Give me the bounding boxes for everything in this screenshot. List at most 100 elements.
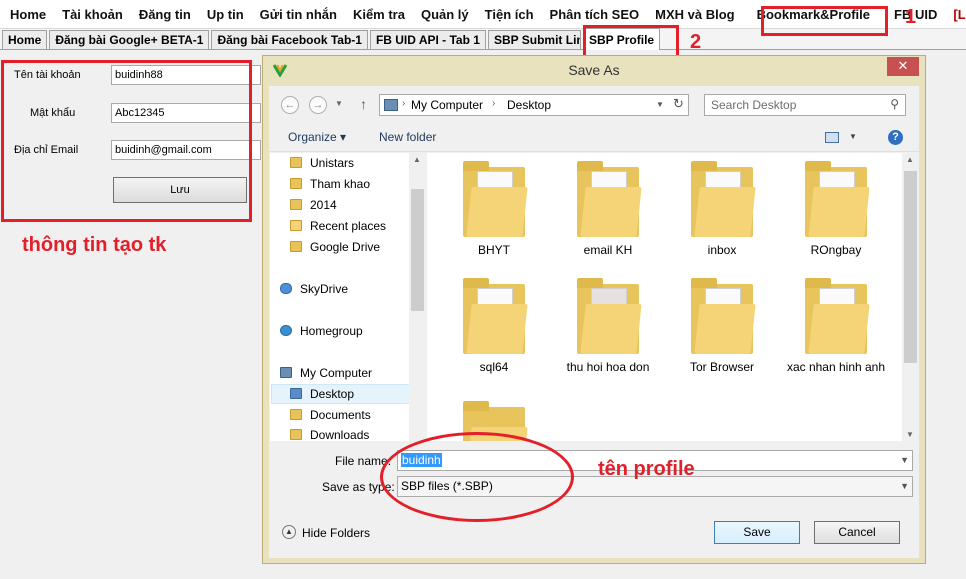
file-item-label: BHYT <box>477 243 510 257</box>
nav-item-label: Desktop <box>310 387 355 401</box>
save-options: File name: buidinh ▼ Save as type: SBP f… <box>269 442 919 558</box>
nav-item-google-drive[interactable]: Google Drive <box>290 237 380 257</box>
menu-manage[interactable]: Quản lý <box>413 0 477 29</box>
file-item-label: sql64 <box>479 360 509 374</box>
breadcrumb-my-computer[interactable]: My Computer <box>411 98 483 112</box>
nav-item-my-computer[interactable]: My Computer <box>280 363 372 383</box>
folder-icon <box>463 278 528 354</box>
file-item-label: ROngbay <box>810 243 862 257</box>
nav-item-downloads[interactable]: Downloads <box>290 425 369 441</box>
menu-account[interactable]: Tài khoản <box>54 0 131 29</box>
file-item-bhyt[interactable]: BHYT <box>439 161 549 258</box>
cloud-icon <box>280 283 292 294</box>
breadcrumb-desktop[interactable]: Desktop <box>507 98 551 112</box>
search-placeholder: Search Desktop <box>711 98 797 112</box>
file-list-pane: BHYT email KH inbox ROngbay sql64 thu ho… <box>427 153 902 441</box>
nav-item-unistars[interactable]: Unistars <box>290 153 354 173</box>
tab-home[interactable]: Home <box>2 30 48 49</box>
folder-icon <box>577 161 642 237</box>
up-arrow-icon[interactable]: ↑ <box>360 96 367 112</box>
folder-icon <box>290 199 302 210</box>
file-scrollbar-thumb[interactable] <box>904 171 917 363</box>
file-item-sql64[interactable]: sql64 <box>439 278 549 375</box>
file-item-thu-hoi-hoa-don[interactable]: thu hoi hoa don <box>553 278 663 375</box>
file-item-label: thu hoi hoa don <box>566 360 650 374</box>
folder-icon <box>577 278 642 354</box>
tab-facebook[interactable]: Đăng bài Facebook Tab-1 <box>211 30 368 49</box>
folder-icon <box>290 157 302 168</box>
menu-upload[interactable]: Up tin <box>199 0 252 29</box>
menu-utilities[interactable]: Tiện ích <box>477 0 542 29</box>
hide-folders-icon[interactable]: ▲ <box>282 525 296 539</box>
organize-button[interactable]: Organize ▾ <box>288 130 346 144</box>
file-item-label: Tor Browser <box>689 360 754 374</box>
annotation-profile-name: tên profile <box>598 458 695 480</box>
folder-icon <box>290 409 302 420</box>
breadcrumb-sep-icon: › <box>492 98 496 109</box>
file-item-xac-nhan-hinh-anh[interactable]: xac nhan hinh anh <box>781 278 891 375</box>
nav-item-label: Downloads <box>310 428 370 441</box>
nav-item-label: Unistars <box>310 156 355 170</box>
cancel-button[interactable]: Cancel <box>814 521 900 544</box>
nav-item-label: Google Drive <box>310 240 381 254</box>
file-item-tor-browser[interactable]: Tor Browser <box>667 278 777 375</box>
folder-icon <box>691 278 756 354</box>
forward-arrow-icon[interactable]: → <box>309 96 327 114</box>
file-item-label: email KH <box>583 243 633 257</box>
new-folder-button[interactable]: New folder <box>379 130 436 144</box>
chevron-down-icon[interactable]: ▼ <box>906 430 914 439</box>
highlight-bookmark-menu <box>761 6 888 36</box>
tab-sbp-submit[interactable]: SBP Submit Lin <box>487 30 581 49</box>
nav-item-2014[interactable]: 2014 <box>290 195 337 215</box>
nav-item-skydrive[interactable]: SkyDrive <box>280 279 348 299</box>
menu-post[interactable]: Đăng tin <box>131 0 199 29</box>
nav-item-label: Recent places <box>310 219 387 233</box>
nav-item-desktop[interactable]: Desktop <box>290 384 354 404</box>
file-item-email-kh[interactable]: email KH <box>553 161 663 258</box>
file-item-label: inbox <box>707 243 737 257</box>
nav-item-label: 2014 <box>310 198 337 212</box>
nav-item-documents[interactable]: Documents <box>290 405 371 425</box>
file-item-label: xac nhan hinh anh <box>786 360 886 374</box>
tab-google-plus[interactable]: Đăng bài Google+ BETA-1 <box>49 30 210 49</box>
save-button[interactable]: Save <box>714 521 800 544</box>
menu-overflow[interactable]: [L <box>945 0 966 29</box>
nav-scrollbar[interactable]: ▲ <box>409 153 426 441</box>
chevron-down-icon[interactable]: ▼ <box>849 132 857 141</box>
file-item-rongbay[interactable]: ROngbay <box>781 161 891 258</box>
annotation-number-1: 1 <box>905 6 917 28</box>
file-item-inbox[interactable]: inbox <box>667 161 777 258</box>
nav-scrollbar-thumb[interactable] <box>411 189 424 311</box>
tab-fb-uid-api[interactable]: FB UID API - Tab 1 <box>369 30 486 49</box>
nav-item-homegroup[interactable]: Homegroup <box>280 321 363 341</box>
nav-item-recent-places[interactable]: Recent places <box>290 216 386 236</box>
navigation-pane: Unistars Tham khao 2014 Recent places Go… <box>270 153 426 441</box>
view-options-icon[interactable] <box>825 132 839 143</box>
chevron-down-icon[interactable]: ▼ <box>656 100 664 109</box>
menu-check[interactable]: Kiểm tra <box>345 0 413 29</box>
annotation-account-info: thông tin tạo tk <box>22 234 167 256</box>
hide-folders-button[interactable]: Hide Folders <box>302 526 370 540</box>
chevron-up-icon[interactable]: ▲ <box>906 155 914 164</box>
back-arrow-icon[interactable]: ← <box>281 96 299 114</box>
chevron-down-icon[interactable]: ▼ <box>900 477 909 496</box>
refresh-icon[interactable]: ↻ <box>673 96 684 112</box>
menu-home[interactable]: Home <box>2 0 54 29</box>
help-icon[interactable]: ? <box>888 130 903 145</box>
menu-send-message[interactable]: Gửi tin nhắn <box>252 0 345 29</box>
search-input[interactable]: Search Desktop ⚲ <box>704 94 906 116</box>
file-list-scrollbar[interactable]: ▲ ▼ <box>902 153 919 441</box>
nav-item-label: My Computer <box>300 366 373 380</box>
address-bar[interactable]: › My Computer › Desktop ▼ ↻ <box>379 94 689 116</box>
chevron-up-icon[interactable]: ▲ <box>413 155 421 164</box>
nav-item-label: Documents <box>310 408 371 422</box>
chevron-down-icon[interactable]: ▼ <box>900 451 909 470</box>
close-button[interactable]: ✕ <box>887 57 919 76</box>
computer-icon <box>280 367 292 378</box>
recent-dropdown-icon[interactable]: ▼ <box>335 99 343 108</box>
nav-item-tham-khao[interactable]: Tham khao <box>290 174 370 194</box>
nav-item-label: SkyDrive <box>300 282 349 296</box>
window-right-edge <box>926 55 966 579</box>
recent-places-icon <box>290 220 302 231</box>
google-drive-icon <box>290 241 302 252</box>
